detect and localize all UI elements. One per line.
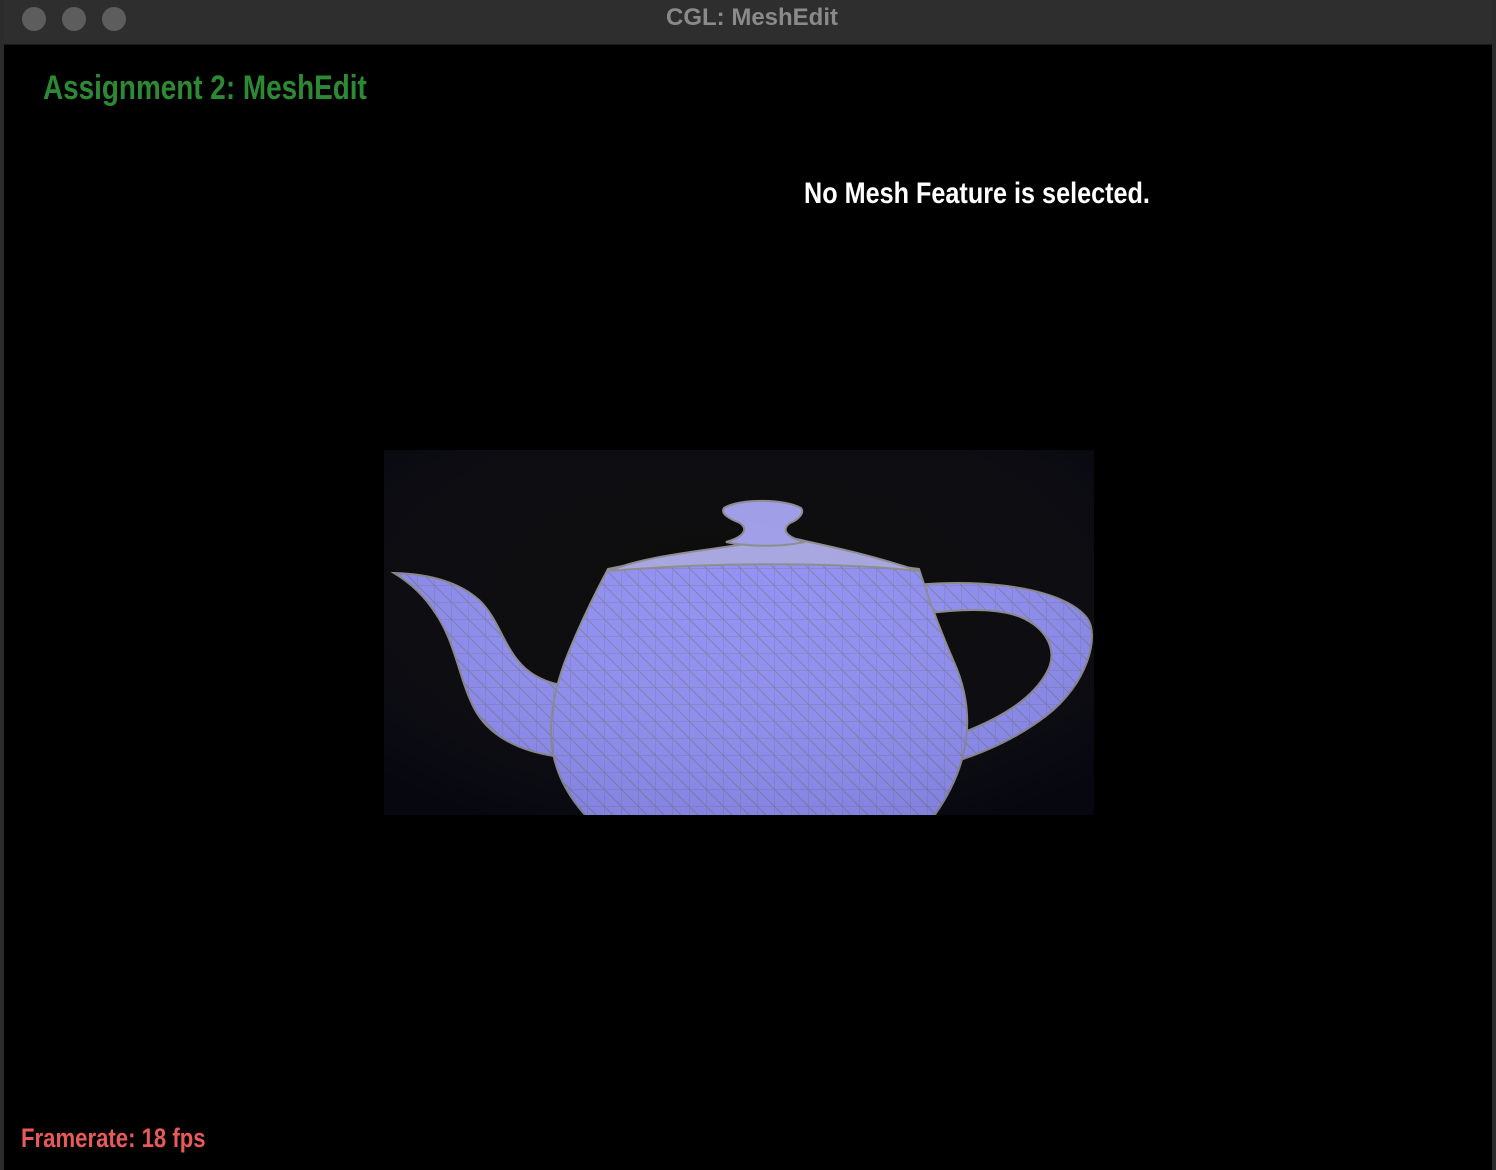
selection-status: No Mesh Feature is selected. <box>804 177 1150 210</box>
framerate-counter: Framerate: 18 fps <box>21 1123 206 1153</box>
title-bar[interactable]: CGL: MeshEdit <box>4 0 1492 45</box>
teapot-mesh[interactable] <box>384 450 1094 815</box>
mesh-shading <box>384 450 1094 815</box>
assignment-title: Assignment 2: MeshEdit <box>43 69 367 107</box>
app-window: CGL: MeshEdit Assignment 2: MeshEdit No … <box>0 0 1496 1170</box>
3d-viewport[interactable]: Assignment 2: MeshEdit No Mesh Feature i… <box>8 45 1492 1170</box>
window-title: CGL: MeshEdit <box>666 4 838 31</box>
